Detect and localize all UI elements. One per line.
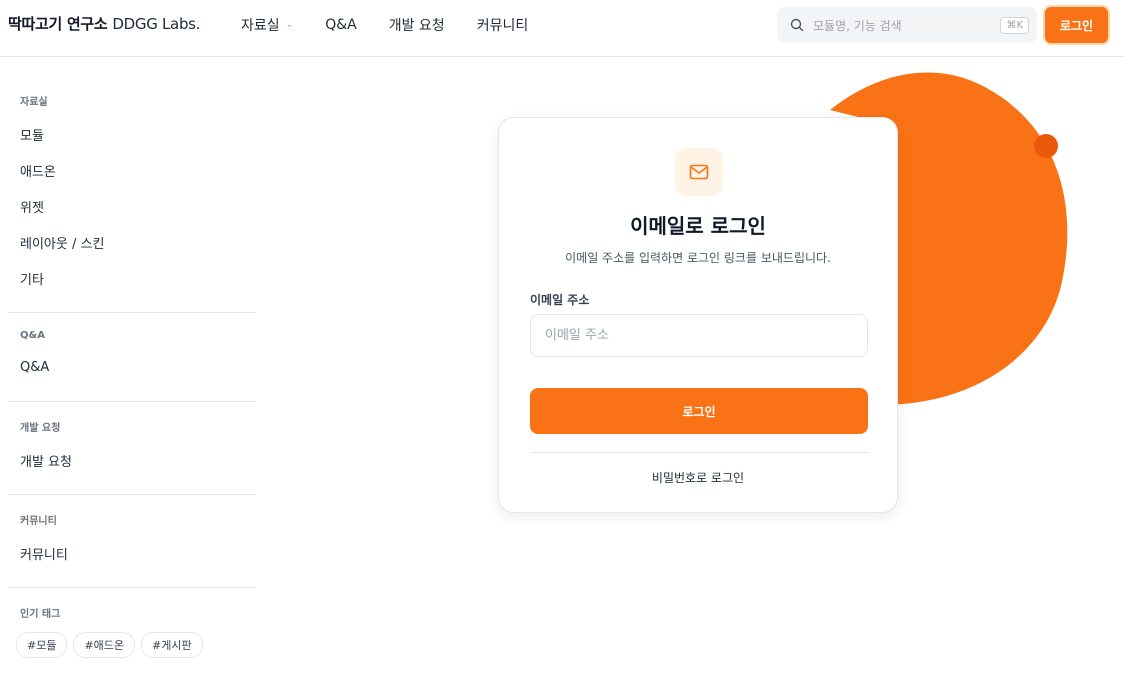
tag-chip[interactable]: #게시판 [141,632,203,658]
search-icon [790,18,804,32]
sidebar-item-layout-skin[interactable]: 레이아웃 / 스킨 [8,224,256,260]
tag-chip[interactable]: #애드온 [73,632,136,658]
email-field[interactable] [530,314,868,357]
sidebar-section-title-community: 커뮤니티 [20,516,57,527]
password-login-link[interactable]: 비밀번호로 로그인 [499,469,897,486]
sidebar-item-qna[interactable]: Q&A [8,349,256,385]
nav-label: 커뮤니티 [476,18,529,34]
nav-item-library[interactable]: 자료실 ⌄ [241,15,293,35]
nav-item-dev-request[interactable]: 개발 요청 [389,15,445,35]
login-title: 이메일로 로그인 [630,214,766,238]
sidebar-section-title-library: 자료실 [20,97,48,108]
blob-dot [1034,134,1058,158]
sidebar-item-community[interactable]: 커뮤니티 [8,535,256,571]
sidebar-item-widget[interactable]: 위젯 [8,188,256,224]
brand-name: 딱따고기 연구소 [8,15,108,33]
sidebar-item-module[interactable]: 모듈 [8,116,256,152]
email-field-label: 이메일 주소 [530,293,590,307]
card-divider [530,452,868,453]
tag-chip[interactable]: #모듈 [16,632,68,658]
login-subtitle: 이메일 주소를 입력하면 로그인 링크를 보내드립니다. [565,251,831,265]
search-shortcut-badge: ⌘K [1000,16,1029,34]
chevron-down-icon: ⌄ [285,20,294,30]
nav-item-qna[interactable]: Q&A [325,15,357,35]
nav-label: 자료실 [241,18,280,34]
sidebar-item-etc[interactable]: 기타 [8,260,256,296]
popular-tags: #모듈 #애드온 #게시판 [8,632,256,658]
search-box[interactable]: 모듈명, 기능 검색 ⌘K [777,7,1037,43]
top-header: 딱따고기 연구소 DDGG Labs. 자료실 ⌄ Q&A 개발 요청 커뮤니티… [0,0,1125,57]
brand-logo[interactable]: 딱따고기 연구소 DDGG Labs. [8,13,200,34]
header-login-button[interactable]: 로그인 [1045,7,1108,43]
nav-label: Q&A [325,17,357,33]
brand-sub: DDGG Labs. [112,15,201,33]
sidebar: 자료실 모듈 애드온 위젯 레이아웃 / 스킨 기타 Q&A Q&A 개발 요청… [8,57,256,658]
sidebar-item-dev-request[interactable]: 개발 요청 [8,442,256,478]
mail-icon [689,164,709,180]
mail-icon-badge [675,148,723,196]
nav-label: 개발 요청 [388,18,445,34]
login-submit-button[interactable]: 로그인 [530,388,868,434]
main-nav: 자료실 ⌄ Q&A 개발 요청 커뮤니티 [241,15,560,35]
sidebar-item-addon[interactable]: 애드온 [8,152,256,188]
nav-item-community[interactable]: 커뮤니티 [477,15,529,35]
login-card: 이메일로 로그인 이메일 주소를 입력하면 로그인 링크를 보내드립니다. 이메… [498,117,898,513]
sidebar-section-title-dev-request: 개발 요청 [20,423,61,434]
sidebar-section-title-tags: 인기 태그 [20,609,61,620]
sidebar-section-title-qna: Q&A [20,330,45,341]
search-placeholder: 모듈명, 기능 검색 [813,18,902,33]
